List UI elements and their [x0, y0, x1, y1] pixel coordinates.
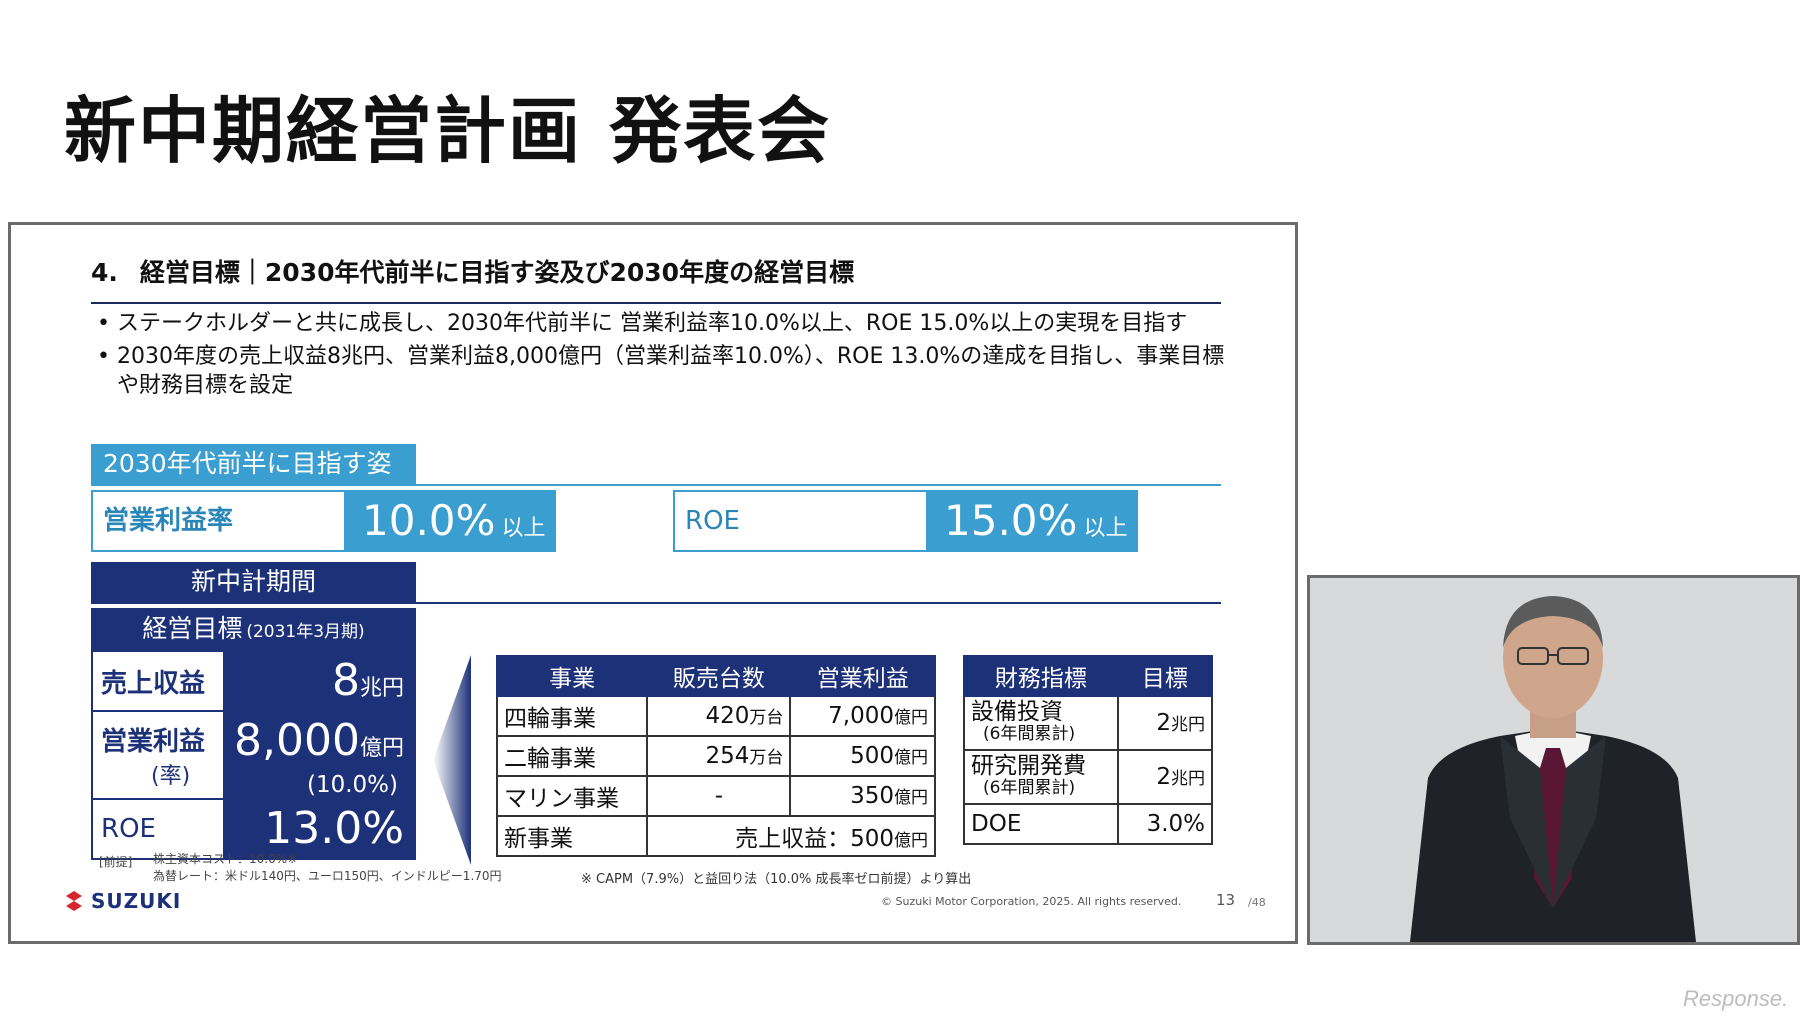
sales-units: - — [646, 775, 792, 817]
new-business-revenue: 売上収益：500億円 — [646, 815, 936, 857]
metric-label: DOE — [963, 803, 1119, 845]
table-row: 設備投資 (6年間累計) 2兆円 — [963, 695, 1214, 751]
heading-divider — [91, 302, 1221, 304]
operating-profit: 350億円 — [789, 775, 936, 817]
table-header-row: 事業 販売台数 営業利益 — [495, 655, 936, 697]
kpi-label: 営業利益率 — [103, 506, 234, 536]
capm-note: ※ CAPM（7.9%）と益回り法（10.0% 成長率ゼロ前提）より算出 — [581, 872, 972, 887]
page-total: /48 — [1248, 896, 1266, 909]
table-row: 二輪事業 254万台 500億円 — [495, 735, 936, 777]
operating-profit: 7,000億円 — [789, 695, 936, 737]
kpi-roe: ROE 15.0% 以上 — [673, 490, 1138, 552]
target-value: 13.0% — [223, 800, 414, 858]
bullet-item: • ステークホルダーと共に成長し、2030年代前半に 営業利益率10.0%以上、R… — [97, 309, 1227, 338]
premise-notes: 株主資本コスト：10.0%※ 為替レート：米ドル140円、ユーロ150円、インド… — [153, 851, 502, 885]
bullet-text: 2030年度の売上収益8兆円、営業利益8,000億円（営業利益率10.0%）、R… — [117, 344, 1225, 398]
table-row: 研究開発費 (6年間累計) 2兆円 — [963, 749, 1214, 805]
arrow-icon — [433, 655, 471, 865]
suzuki-logo: SUZUKI — [63, 889, 181, 913]
financial-targets-table: 財務指標 目標 設備投資 (6年間累計) 2兆円 研究開発費 (6年間累計) 2兆円… — [963, 655, 1214, 845]
presenter-image — [1310, 578, 1797, 942]
business-targets-table: 事業 販売台数 営業利益 四輪事業 420万台 7,000億円 二輪事業 254… — [495, 655, 936, 857]
bullet-list: • ステークホルダーと共に成長し、2030年代前半に 営業利益率10.0%以上、R… — [97, 309, 1227, 404]
table-row: 新事業 売上収益：500億円 — [495, 815, 936, 857]
table-header-row: 財務指標 目標 — [963, 655, 1214, 697]
business-name: 二輪事業 — [495, 735, 649, 777]
premise-label: [前提] — [99, 855, 133, 869]
target-revenue: 売上収益 8兆円 — [91, 650, 416, 712]
slide-heading-number: 4. — [91, 258, 118, 287]
watermark: Response. — [1683, 986, 1789, 1011]
period-divider — [91, 602, 1221, 604]
targets-header: 経営目標 (2031年3月期) — [91, 608, 416, 650]
column-header: 営業利益 — [789, 655, 936, 697]
table-row: DOE 3.0% — [963, 803, 1214, 845]
sales-units: 420万台 — [646, 695, 792, 737]
sales-units: 254万台 — [646, 735, 792, 777]
metric-target: 2兆円 — [1116, 695, 1214, 751]
slide-heading-text: 経営目標｜2030年代前半に目指す姿及び2030年度の経営目標 — [139, 258, 855, 287]
business-name: マリン事業 — [495, 775, 649, 817]
metric-label: 設備投資 (6年間累計) — [963, 695, 1119, 751]
premise-fx: 為替レート：米ドル140円、ユーロ150円、インドルピー1.70円 — [153, 869, 502, 883]
column-header: 財務指標 — [963, 655, 1119, 697]
kpi-operating-margin: 営業利益率 10.0% 以上 — [91, 490, 556, 552]
premise-cost: 株主資本コスト：10.0%※ — [153, 852, 298, 866]
target-value: 8,000億円 (10.0%) — [223, 712, 414, 798]
metric-target: 2兆円 — [1116, 749, 1214, 805]
slide-heading: 4. 経営目標｜2030年代前半に目指す姿及び2030年度の経営目標 — [91, 253, 854, 289]
aspiration-divider — [91, 484, 1221, 486]
kpi-value: 15.0% 以上 — [926, 492, 1136, 550]
business-name: 四輪事業 — [495, 695, 649, 737]
aspiration-label: 2030年代前半に目指す姿 — [91, 444, 416, 484]
target-label: ROE — [101, 814, 156, 844]
operating-profit: 500億円 — [789, 735, 936, 777]
suzuki-s-icon — [66, 891, 82, 911]
page-title: 新中期経営計画 発表会 — [64, 89, 832, 173]
column-header: 販売台数 — [646, 655, 792, 697]
business-name: 新事業 — [495, 815, 649, 857]
column-header: 事業 — [495, 655, 649, 697]
logo-text: SUZUKI — [91, 889, 182, 913]
copyright: © Suzuki Motor Corporation, 2025. All ri… — [881, 895, 1182, 908]
period-label: 新中計期間 — [91, 562, 416, 602]
metric-target: 3.0% — [1116, 803, 1214, 845]
table-row: マリン事業 - 350億円 — [495, 775, 936, 817]
target-value: 8兆円 — [223, 652, 414, 710]
column-header: 目標 — [1116, 655, 1214, 697]
target-operating-profit: 営業利益 (率) 8,000億円 (10.0%) — [91, 710, 416, 800]
metric-label: 研究開発費 (6年間累計) — [963, 749, 1119, 805]
bullet-item: • 2030年度の売上収益8兆円、営業利益8,000億円（営業利益率10.0%）、… — [97, 342, 1227, 400]
target-label: 売上収益 — [101, 668, 206, 699]
table-row: 四輪事業 420万台 7,000億円 — [495, 695, 936, 737]
kpi-label: ROE — [685, 506, 740, 536]
page-number: 13 — [1216, 891, 1236, 909]
presenter-video — [1307, 575, 1800, 945]
target-label: 営業利益 (率) — [101, 726, 206, 789]
presentation-slide: 4. 経営目標｜2030年代前半に目指す姿及び2030年度の経営目標 • ステークホ… — [8, 222, 1298, 944]
kpi-value: 10.0% 以上 — [344, 492, 554, 550]
bullet-text: ステークホルダーと共に成長し、2030年代前半に 営業利益率10.0%以上、RO… — [117, 311, 1188, 336]
